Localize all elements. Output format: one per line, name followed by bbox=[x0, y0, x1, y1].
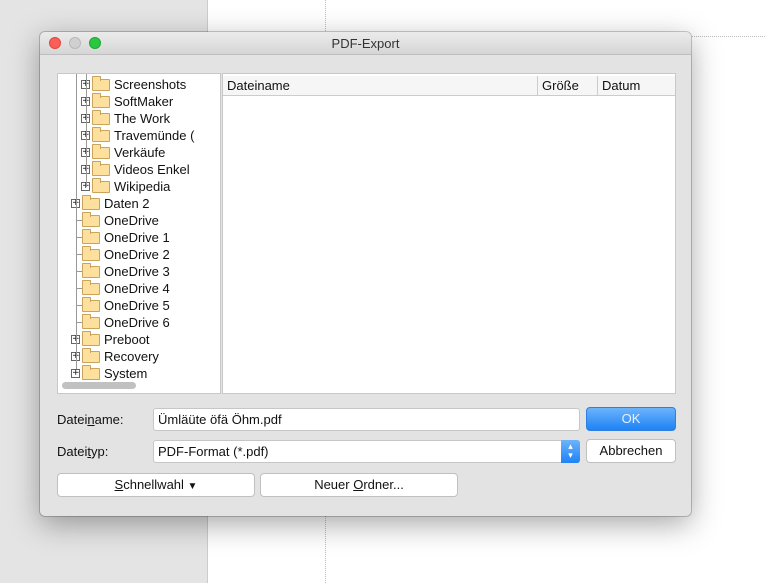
filetype-select[interactable]: PDF-Format (*.pdf) ▴ ▾ bbox=[153, 440, 580, 463]
tree-line bbox=[86, 74, 87, 187]
button-label: chnellwahl bbox=[123, 477, 184, 492]
folder-icon bbox=[82, 195, 100, 210]
tree-item-label: Wikipedia bbox=[114, 179, 171, 194]
folder-icon bbox=[92, 110, 110, 125]
tree-item[interactable]: + Verkäufe bbox=[58, 144, 218, 161]
tree-item[interactable]: + Recovery bbox=[58, 348, 218, 365]
tree-item-label: Videos Enkel bbox=[114, 162, 190, 177]
tree-item[interactable]: + SoftMaker bbox=[58, 93, 218, 110]
folder-icon bbox=[82, 331, 100, 346]
tree-item[interactable]: OneDrive 2 bbox=[58, 246, 218, 263]
tree-item-label: Preboot bbox=[104, 332, 150, 347]
tree-item[interactable]: + System bbox=[58, 365, 218, 382]
new-folder-button[interactable]: Neuer Ordner... bbox=[260, 473, 458, 497]
column-header-name[interactable]: Dateiname bbox=[223, 76, 538, 96]
folder-icon bbox=[82, 314, 100, 329]
label-text: yp: bbox=[90, 444, 109, 459]
folder-icon bbox=[92, 76, 110, 91]
folder-icon bbox=[82, 212, 100, 227]
tree-item[interactable]: OneDrive bbox=[58, 212, 218, 229]
tree-item[interactable]: + Wikipedia bbox=[58, 178, 218, 195]
tree-item-label: The Work bbox=[114, 111, 171, 126]
chevron-updown-icon[interactable]: ▴ ▾ bbox=[561, 440, 580, 463]
column-header-size[interactable]: Größe bbox=[538, 76, 598, 96]
tree-item-label: SoftMaker bbox=[114, 94, 174, 109]
folder-icon bbox=[92, 178, 110, 193]
tree-item[interactable]: + Preboot bbox=[58, 331, 218, 348]
pdf-export-dialog: PDF-Export + System + Recovery + Preboot OneDr… bbox=[40, 32, 691, 516]
label-text: ame: bbox=[94, 412, 124, 427]
tree-item[interactable]: OneDrive 6 bbox=[58, 314, 218, 331]
title-bar[interactable]: PDF-Export bbox=[40, 32, 691, 55]
folder-icon bbox=[82, 263, 100, 278]
horizontal-scrollbar[interactable] bbox=[62, 382, 136, 389]
folder-icon bbox=[82, 280, 100, 295]
folder-icon bbox=[82, 365, 100, 380]
tree-item-label: OneDrive 2 bbox=[104, 247, 170, 262]
tree-item-label: Verkäufe bbox=[114, 145, 166, 160]
tree-item[interactable]: OneDrive 1 bbox=[58, 229, 218, 246]
ok-button[interactable]: OK bbox=[586, 407, 676, 431]
button-label: rdner... bbox=[363, 477, 404, 492]
tree-item-label: Recovery bbox=[104, 349, 159, 364]
close-button[interactable] bbox=[49, 37, 61, 49]
zoom-button[interactable] bbox=[89, 37, 101, 49]
folder-icon bbox=[92, 161, 110, 176]
tree-item-label: OneDrive 6 bbox=[104, 315, 170, 330]
filetype-value: PDF-Format (*.pdf) bbox=[158, 444, 269, 459]
tree-item[interactable]: + Videos Enkel bbox=[58, 161, 218, 178]
label-text: Datei bbox=[57, 412, 88, 427]
tree-item[interactable]: OneDrive 5 bbox=[58, 297, 218, 314]
minimize-button[interactable] bbox=[69, 37, 81, 49]
window-title: PDF-Export bbox=[331, 36, 400, 51]
tree-item-label: Daten 2 bbox=[104, 196, 150, 211]
folder-icon bbox=[82, 246, 100, 261]
tree-item[interactable]: + Daten 2 bbox=[58, 195, 218, 212]
tree-item-label: Travemünde ( bbox=[114, 128, 195, 143]
folder-icon bbox=[92, 127, 110, 142]
file-list[interactable]: Dateiname Größe Datum bbox=[222, 73, 676, 394]
filetype-label: Dateityp: bbox=[57, 444, 108, 459]
tree-item-label: OneDrive 1 bbox=[104, 230, 170, 245]
folder-icon bbox=[92, 93, 110, 108]
label-text: Datei bbox=[57, 444, 88, 459]
tree-line bbox=[76, 74, 77, 369]
tree-item[interactable]: OneDrive 4 bbox=[58, 280, 218, 297]
button-label: Neuer bbox=[314, 477, 354, 492]
folder-icon bbox=[82, 348, 100, 363]
mnemonic: O bbox=[353, 477, 364, 492]
tree-item-label: Screenshots bbox=[114, 77, 187, 92]
expand-icon[interactable]: + bbox=[71, 369, 80, 378]
folder-icon bbox=[92, 144, 110, 159]
quick-select-button[interactable]: Schnellwahl ▼ bbox=[57, 473, 255, 497]
cancel-button[interactable]: Abbrechen bbox=[586, 439, 676, 463]
tree-item-label: OneDrive 3 bbox=[104, 264, 170, 279]
tree-item-label: OneDrive bbox=[104, 213, 159, 228]
tree-item[interactable]: + Travemünde ( bbox=[58, 127, 218, 144]
tree-item[interactable]: OneDrive 3 bbox=[58, 263, 218, 280]
folder-icon bbox=[82, 297, 100, 312]
mnemonic: n bbox=[87, 412, 95, 427]
folder-tree[interactable]: + System + Recovery + Preboot OneDrive 6 OneDri… bbox=[57, 73, 221, 394]
filename-input[interactable]: Ümläüte öfä Öhm.pdf bbox=[153, 408, 580, 431]
tree-item[interactable]: + Screenshots bbox=[58, 76, 218, 93]
folder-icon bbox=[82, 229, 100, 244]
tree-item-label: System bbox=[104, 366, 148, 381]
tree-item-label: OneDrive 5 bbox=[104, 298, 170, 313]
column-header-date[interactable]: Datum bbox=[598, 76, 675, 96]
tree-item[interactable]: + The Work bbox=[58, 110, 218, 127]
mnemonic: S bbox=[114, 477, 124, 492]
dropdown-arrow-icon: ▼ bbox=[187, 481, 198, 492]
tree-item-label: OneDrive 4 bbox=[104, 281, 170, 296]
filename-label: Dateiname: bbox=[57, 412, 124, 427]
